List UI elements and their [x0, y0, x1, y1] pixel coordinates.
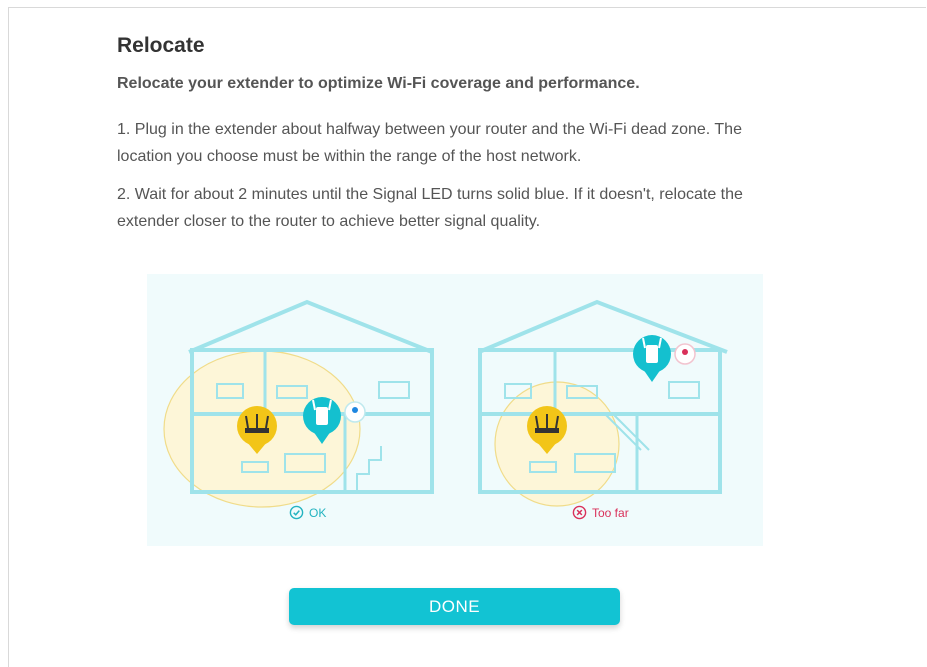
- page-subtitle: Relocate your extender to optimize Wi-Fi…: [117, 75, 640, 92]
- status-too-far-label: Too far: [592, 505, 629, 520]
- instruction-step-2: 2. Wait for about 2 minutes until the Si…: [117, 186, 743, 230]
- check-circle-icon: [289, 505, 304, 520]
- house-too-far-diagram: [478, 299, 728, 507]
- status-too-far: Too far: [572, 505, 629, 520]
- status-ok-label: OK: [309, 505, 327, 520]
- extender-icon: [633, 335, 696, 382]
- instruction-step-1: 1. Plug in the extender about halfway be…: [117, 121, 742, 165]
- error-circle-icon: [572, 505, 587, 520]
- placement-illustration: [147, 274, 763, 546]
- done-button[interactable]: DONE: [289, 588, 620, 625]
- status-ok: OK: [289, 505, 326, 520]
- page-title: Relocate: [117, 34, 205, 57]
- house-ok-diagram: [163, 299, 434, 508]
